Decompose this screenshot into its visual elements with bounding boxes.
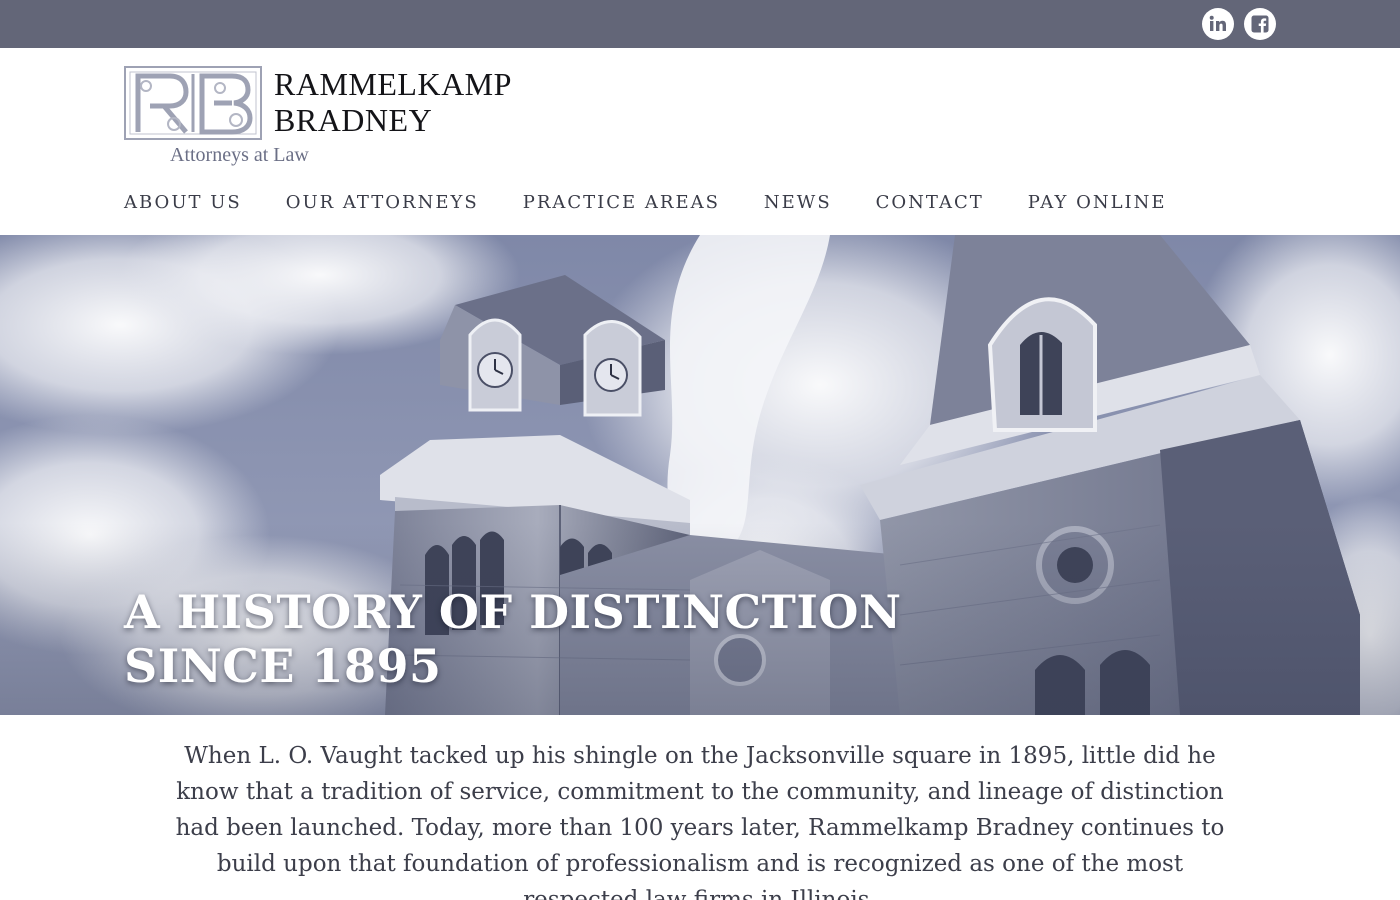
nav-practice-areas[interactable]: PRACTICE AREAS <box>523 190 720 216</box>
facebook-icon <box>1250 14 1270 34</box>
intro-paragraph: When L. O. Vaught tacked up his shingle … <box>175 743 1225 900</box>
hero-title-line-2: SINCE 1895 <box>124 639 442 693</box>
site-logo[interactable]: RAMMELKAMP BRADNEY Attorneys at Law <box>124 66 564 170</box>
facebook-link[interactable] <box>1244 8 1276 40</box>
firm-name: RAMMELKAMP BRADNEY <box>274 66 512 138</box>
hero-banner: A HISTORY OF DISTINCTION SINCE 1895 <box>0 235 1400 715</box>
hero-title-line-1: A HISTORY OF DISTINCTION <box>124 585 902 639</box>
nav-news[interactable]: NEWS <box>764 190 832 216</box>
nav-our-attorneys[interactable]: OUR ATTORNEYS <box>286 190 479 216</box>
nav-about-us[interactable]: ABOUT US <box>124 190 242 216</box>
linkedin-icon <box>1208 14 1228 34</box>
top-bar <box>0 0 1400 48</box>
firm-name-line-1: RAMMELKAMP <box>274 66 512 102</box>
main-nav: ABOUT US OUR ATTORNEYS PRACTICE AREAS NE… <box>124 190 1211 216</box>
firm-tagline: Attorneys at Law <box>170 144 309 166</box>
rb-monogram-icon <box>124 66 262 140</box>
nav-pay-online[interactable]: PAY ONLINE <box>1028 190 1167 216</box>
firm-name-line-2: BRADNEY <box>274 102 433 138</box>
hero-title: A HISTORY OF DISTINCTION SINCE 1895 <box>124 585 902 693</box>
linkedin-link[interactable] <box>1202 8 1234 40</box>
nav-contact[interactable]: CONTACT <box>876 190 984 216</box>
